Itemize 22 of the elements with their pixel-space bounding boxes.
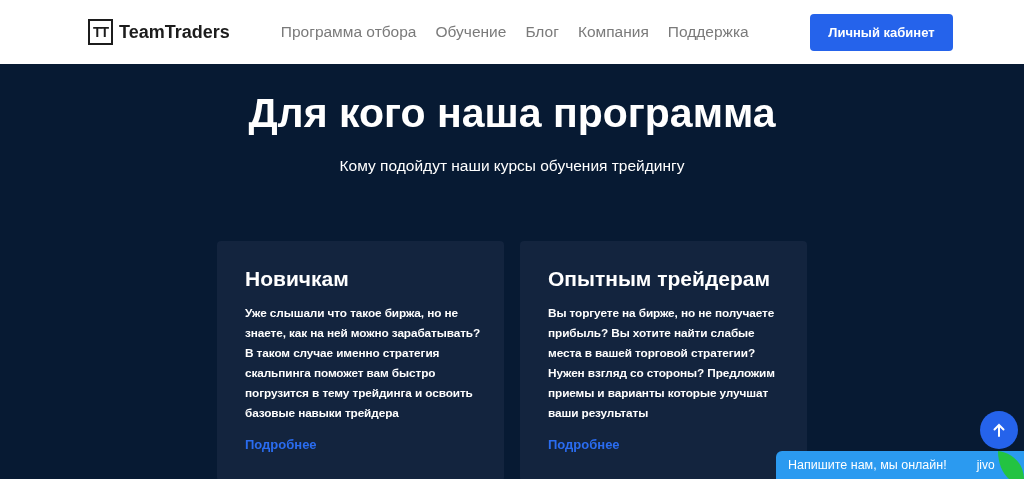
nav-link[interactable]: Блог	[525, 23, 559, 41]
logo-text[interactable]: TeamTraders	[119, 21, 230, 43]
card-text: Уже слышали что такое биржа, но не знаете, как на ней можно зарабатывать? В таком случае именно стратегия скальпинга поможет вам быстро погрузится в тему трейдинга и освоить базовые навыки трейдера	[245, 305, 482, 422]
card-text: Вы торгуете на бирже, но не получаете прибыль? Вы хотите найти слабые места в вашей торговой стратегии? Нужен взгляд со стороны? Предложим приемы и варианты которые улучшат ваши результаты	[548, 305, 776, 422]
nav-link[interactable]: Поддержка	[667, 23, 749, 41]
nav-link[interactable]: Программа отбора	[280, 23, 417, 41]
more-link[interactable]: Подробнее	[245, 437, 317, 452]
chat-widget[interactable]: Напишите нам, мы онлайн! jivo	[776, 451, 1024, 479]
account-button[interactable]: Личный кабинет	[810, 13, 953, 51]
nav-link[interactable]: Обучение	[435, 23, 507, 41]
chat-brand: jivo	[976, 458, 995, 472]
hero-title: Для кого наша программа	[248, 90, 776, 137]
chat-prompt: Напишите нам, мы онлайн!	[788, 458, 947, 472]
arrow-up-icon	[993, 423, 1005, 437]
nav-link[interactable]: Компания	[577, 23, 649, 41]
more-link[interactable]: Подробнее	[548, 437, 620, 452]
leaf-icon	[998, 450, 1024, 479]
card-title: Новичкам	[245, 267, 350, 291]
hero-subtitle: Кому подойдут наши курсы обучения трейдингу	[339, 157, 685, 175]
scroll-up-button[interactable]	[980, 411, 1018, 449]
card-title: Опытным трейдерам	[548, 267, 771, 291]
logo-mark[interactable]: TT	[88, 19, 114, 45]
